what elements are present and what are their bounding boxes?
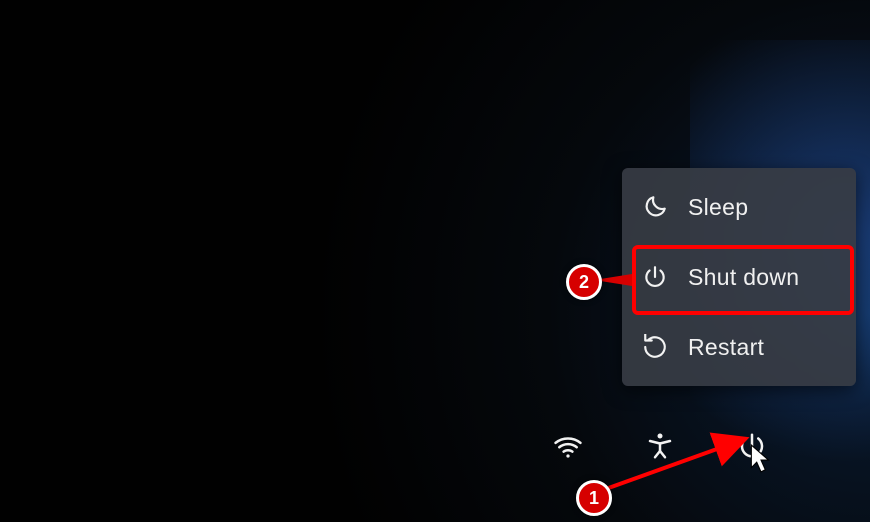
menu-item-label: Shut down [688,264,799,291]
restart-icon [640,332,670,362]
accessibility-button[interactable] [642,428,678,464]
network-button[interactable] [550,428,586,464]
moon-icon [640,192,670,222]
menu-item-label: Sleep [688,194,748,221]
power-icon [737,431,767,461]
login-screen-utility-bar [550,416,810,476]
accessibility-icon [645,431,675,461]
menu-item-sleep[interactable]: Sleep [622,172,856,242]
annotation-step-2: 2 [566,264,602,300]
menu-item-label: Restart [688,334,764,361]
annotation-step-1: 1 [576,480,612,516]
power-icon [640,262,670,292]
wifi-icon [553,431,583,461]
lock-screen: Sleep Shut down Restart [0,0,870,522]
power-button[interactable] [734,428,770,464]
power-options-menu: Sleep Shut down Restart [622,168,856,386]
menu-item-shutdown[interactable]: Shut down [622,242,856,312]
menu-item-restart[interactable]: Restart [622,312,856,382]
